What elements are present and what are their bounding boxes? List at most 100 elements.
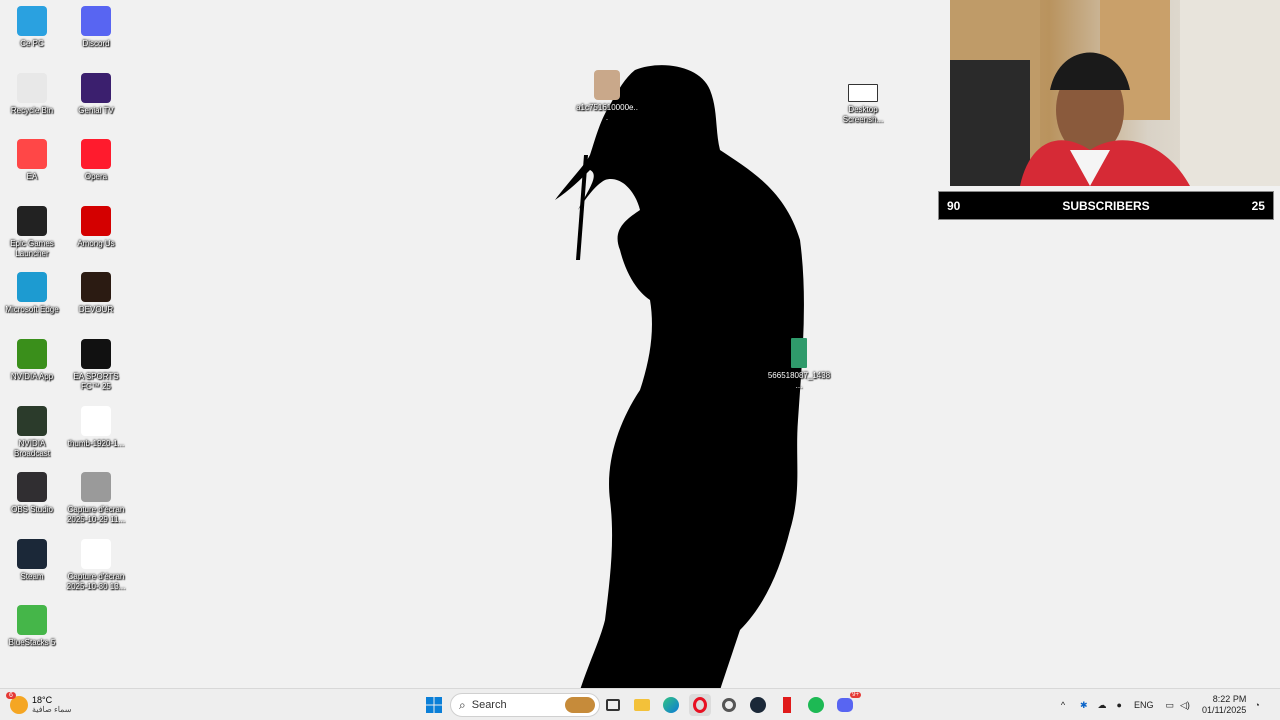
desktop-icon-label: NVIDIA Broadcast (13, 438, 51, 458)
clock-time: 8:22 PM (1212, 694, 1247, 704)
recycle-bin-icon (17, 72, 47, 103)
webcam-feed (950, 0, 1280, 186)
genial-tv-icon (81, 72, 111, 103)
desktop-icon-discord[interactable]: Discord (64, 6, 128, 49)
desktop-icon-label: Microsoft Edge (5, 305, 59, 315)
bluetooth-icon[interactable]: ✱ (1080, 700, 1088, 711)
desktop-icon-image-file[interactable]: thumb-1920-1... (64, 405, 128, 449)
desktop-icon-devour[interactable]: DEVOUR (64, 272, 128, 315)
cloud-icon[interactable]: ☁ (1098, 700, 1107, 711)
chevron-up-icon[interactable]: ^ (1056, 700, 1070, 710)
taskbar: 6 18°C سماء صافية ⌕ Search 9+ ^ ✱ ☁ ● EN… (0, 688, 1280, 720)
microphone-icon[interactable]: ● (1117, 700, 1122, 710)
desktop-icon-bluestacks[interactable]: BlueStacks 5 (0, 605, 64, 648)
desktop-icon-recycle-bin[interactable]: Recycle Bin (0, 72, 64, 116)
notification-bell-icon[interactable]: ◔ (1254, 700, 1259, 710)
desktop-icon-epic-games[interactable]: Epic Games Launcher (0, 205, 64, 259)
desktop-icon-label: BlueStacks 5 (8, 638, 56, 648)
desktop-icon-ea[interactable]: EA (0, 139, 64, 182)
monitor-icon (17, 6, 47, 36)
desktop-icon-nvidia[interactable]: NVIDIA App (0, 339, 64, 382)
desktop-icon-nvidia-broadcast[interactable]: NVIDIA Broadcast (0, 405, 64, 459)
network-icon[interactable]: ▭ (1166, 700, 1175, 711)
obs-icon (17, 472, 47, 503)
desktop-icon-among-us[interactable]: Among Us (64, 205, 128, 249)
ea-icon (17, 139, 47, 170)
edge-taskbar-button[interactable] (660, 694, 682, 716)
desktop-file-screenshot[interactable]: Desktop Screensh... (831, 84, 895, 125)
steam-icon (750, 697, 766, 713)
system-tray: ^ ✱ ☁ ● ENG ▭ ◁) 8:22 PM 01/11/2025 ◔ (1056, 689, 1260, 720)
discord-taskbar-button[interactable]: 9+ (834, 692, 861, 716)
image-file-icon (791, 338, 807, 368)
desktop-icon-label: EA (26, 172, 38, 182)
nvidia-icon (17, 339, 47, 369)
desktop-icon-label: Discord (82, 39, 110, 48)
desktop-icon-opera[interactable]: Opera (64, 139, 128, 182)
steam-icon (17, 538, 47, 569)
nvidia-broadcast-icon (17, 405, 47, 436)
bluestacks-icon (17, 605, 47, 636)
weather-badge: 6 (6, 692, 16, 699)
red-app-taskbar-button[interactable] (776, 694, 798, 716)
desktop-icon-steam[interactable]: Steam (0, 538, 64, 582)
desktop-file-photo[interactable]: a1c751610000e... (575, 70, 639, 123)
screenshot-file-icon (81, 472, 111, 503)
discord-badge: 9+ (850, 692, 861, 698)
desktop-icon-obs[interactable]: OBS Studio (0, 472, 64, 515)
volume-icon[interactable]: ◁) (1180, 700, 1190, 711)
among-us-icon (81, 205, 111, 236)
discord-icon: 9+ (837, 692, 861, 712)
photo-file-icon (594, 70, 620, 100)
file-explorer-icon (634, 699, 650, 711)
desktop-icon-label: Capture d'écran 2025-10-29 11... (66, 505, 126, 525)
desktop-icon-label: Among Us (77, 238, 115, 248)
desktop-icon-ea-fc[interactable]: EA SPORTS FC™ 25 (64, 339, 128, 392)
settings-taskbar-button[interactable] (718, 694, 740, 716)
file-explorer-button[interactable] (631, 694, 653, 716)
screenshot-file-icon (848, 84, 878, 102)
desktop-icon-label: EA SPORTS FC™ 25 (73, 372, 119, 391)
language-indicator[interactable]: ENG (1134, 700, 1154, 710)
red-app-icon (783, 697, 791, 713)
spotify-icon (808, 697, 824, 713)
discord-icon (81, 6, 111, 36)
desktop-background[interactable]: Ce PC Discord Recycle Bin Genial TV EA Opera E… (0, 0, 1280, 688)
weather-desc: سماء صافية (32, 705, 72, 714)
webcam-overlay (950, 0, 1280, 186)
desktop-icon-label: OBS Studio (11, 505, 53, 515)
desktop-icon-edge[interactable]: Microsoft Edge (0, 272, 64, 315)
taskbar-search[interactable]: ⌕ Search (450, 693, 600, 717)
search-highlight-icon (565, 697, 595, 713)
desktop-icon-label: Genial TV (78, 105, 114, 115)
right-counter: 25 (1251, 198, 1265, 213)
clock[interactable]: 8:22 PM 01/11/2025 (1202, 694, 1246, 716)
task-view-button[interactable] (602, 694, 624, 716)
left-counter: 90 (947, 198, 961, 213)
desktop-icon-label: Ce PC (20, 39, 44, 48)
spotify-taskbar-button[interactable] (805, 694, 827, 716)
opera-taskbar-button[interactable] (689, 694, 711, 716)
weather-temp: 18°C (32, 695, 53, 705)
weather-widget[interactable]: 6 18°C سماء صافية (6, 692, 100, 717)
desktop-file-image[interactable]: 566518087_1438... (767, 338, 831, 391)
start-button[interactable] (423, 694, 445, 716)
desktop-icon-screenshot-file[interactable]: Capture d'écran 2025-10-29 11... (64, 472, 128, 525)
opera-icon (693, 697, 707, 713)
task-view-icon (606, 699, 620, 711)
search-placeholder: Search (471, 699, 507, 711)
edge-icon (17, 272, 47, 303)
desktop-icon-label: DEVOUR (78, 305, 114, 315)
steam-taskbar-button[interactable] (747, 694, 769, 716)
desktop-icon-label: Opera (84, 172, 108, 182)
desktop-icon-genial-tv[interactable]: Genial TV (64, 72, 128, 116)
desktop-icon-monitor[interactable]: Ce PC (0, 6, 64, 49)
edge-icon (663, 697, 679, 713)
devour-icon (81, 272, 111, 303)
subscriber-counter-bar: 90 SUBSCRIBERS 25 (938, 191, 1274, 220)
screenshot-file-icon (81, 538, 111, 569)
desktop-icon-screenshot-file[interactable]: Capture d'écran 2025-10-30 13... (64, 538, 128, 592)
epic-games-icon (17, 205, 47, 236)
subscribers-title: SUBSCRIBERS (1062, 198, 1150, 213)
windows-icon (426, 697, 442, 713)
